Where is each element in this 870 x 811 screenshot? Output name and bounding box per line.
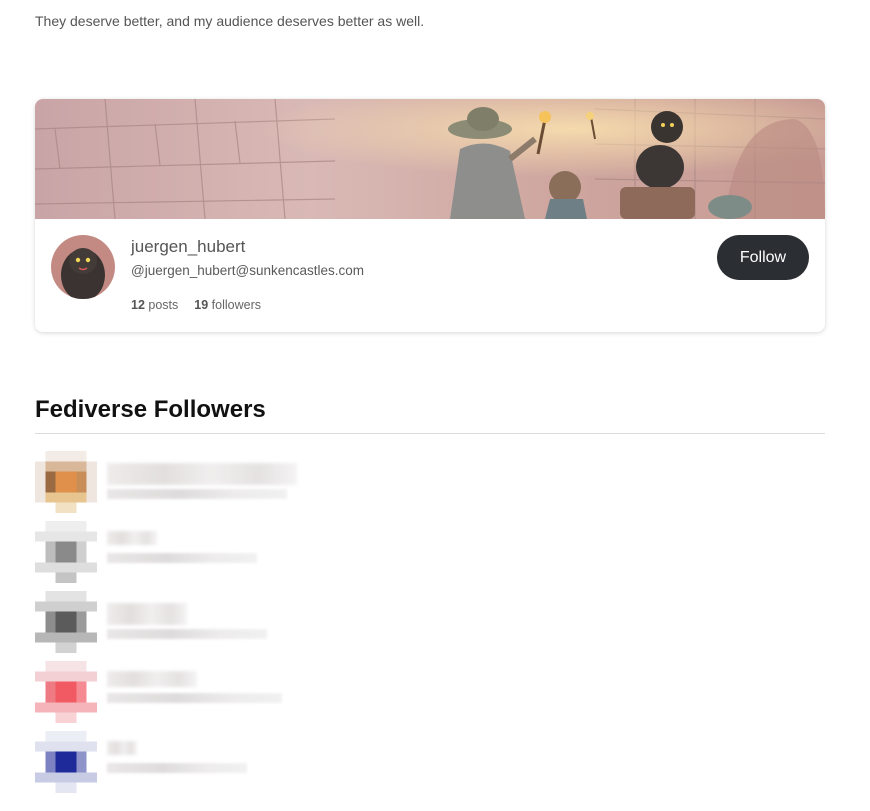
profile-stats: 12 posts 19 followers xyxy=(131,298,261,312)
follower-avatar[interactable] xyxy=(35,451,97,513)
follower-avatar[interactable] xyxy=(35,591,97,653)
follower-name-blurred xyxy=(107,531,157,545)
follower-item[interactable] xyxy=(35,521,825,583)
follower-avatar[interactable] xyxy=(35,521,97,583)
followers-count: 19 xyxy=(194,298,209,312)
posts-label: posts xyxy=(148,298,179,312)
follower-handle-blurred xyxy=(107,693,282,703)
follower-handle-blurred xyxy=(107,489,287,499)
follower-item[interactable] xyxy=(35,731,825,793)
follower-item[interactable] xyxy=(35,451,825,513)
followers-stat: 19 followers xyxy=(194,298,261,312)
section-title: Fediverse Followers xyxy=(35,396,266,423)
follower-name-blurred xyxy=(107,671,197,687)
page: They deserve better, and my audience des… xyxy=(0,0,870,811)
follower-avatar[interactable] xyxy=(35,731,97,793)
follower-name-blurred xyxy=(107,463,297,485)
follow-button[interactable]: Follow xyxy=(717,235,809,280)
follower-item[interactable] xyxy=(35,661,825,723)
followers-label: followers xyxy=(211,298,261,312)
follower-item[interactable] xyxy=(35,591,825,653)
profile-banner xyxy=(35,99,825,219)
section-divider xyxy=(35,433,825,434)
follower-name-blurred xyxy=(107,603,187,625)
posts-stat: 12 posts xyxy=(131,298,178,312)
follower-name-blurred xyxy=(107,741,137,755)
profile-name[interactable]: juergen_hubert xyxy=(131,237,245,257)
follower-avatar[interactable] xyxy=(35,661,97,723)
followers-list xyxy=(35,451,825,801)
profile-avatar[interactable] xyxy=(51,235,115,299)
intro-text: They deserve better, and my audience des… xyxy=(35,13,425,29)
profile-handle: @juergen_hubert@sunkencastles.com xyxy=(131,263,365,278)
profile-card: juergen_hubert @juergen_hubert@sunkencas… xyxy=(35,99,825,332)
follower-handle-blurred xyxy=(107,553,257,563)
follower-handle-blurred xyxy=(107,763,247,773)
posts-count: 12 xyxy=(131,298,145,312)
follower-handle-blurred xyxy=(107,629,267,639)
